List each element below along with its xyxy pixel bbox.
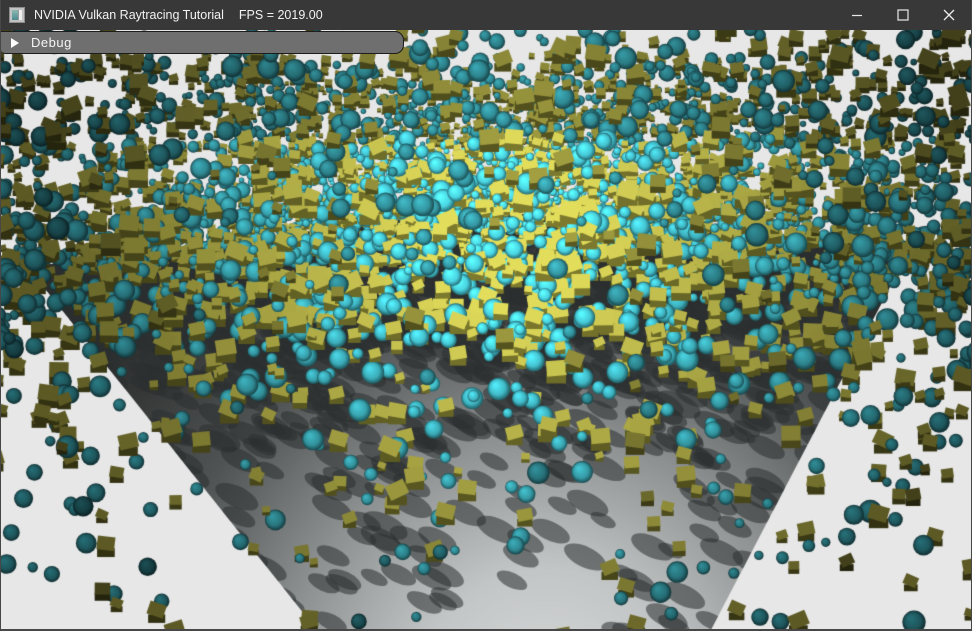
minimize-button[interactable] — [834, 0, 880, 30]
collapse-arrow-icon — [11, 38, 19, 48]
debug-panel-header[interactable]: Debug — [1, 31, 404, 54]
minimize-icon — [851, 9, 863, 21]
maximize-icon — [897, 9, 909, 21]
maximize-button[interactable] — [880, 0, 926, 30]
window-title: NVIDIA Vulkan Raytracing Tutorial — [34, 8, 224, 22]
app-window: NVIDIA Vulkan Raytracing Tutorial FPS = … — [0, 0, 972, 631]
fps-counter: FPS = 2019.00 — [239, 8, 323, 22]
app-icon — [9, 7, 25, 23]
close-icon — [943, 9, 955, 21]
close-button[interactable] — [926, 0, 972, 30]
titlebar: NVIDIA Vulkan Raytracing Tutorial FPS = … — [0, 0, 972, 30]
debug-panel-label: Debug — [31, 35, 72, 50]
viewport-canvas[interactable] — [1, 30, 971, 629]
